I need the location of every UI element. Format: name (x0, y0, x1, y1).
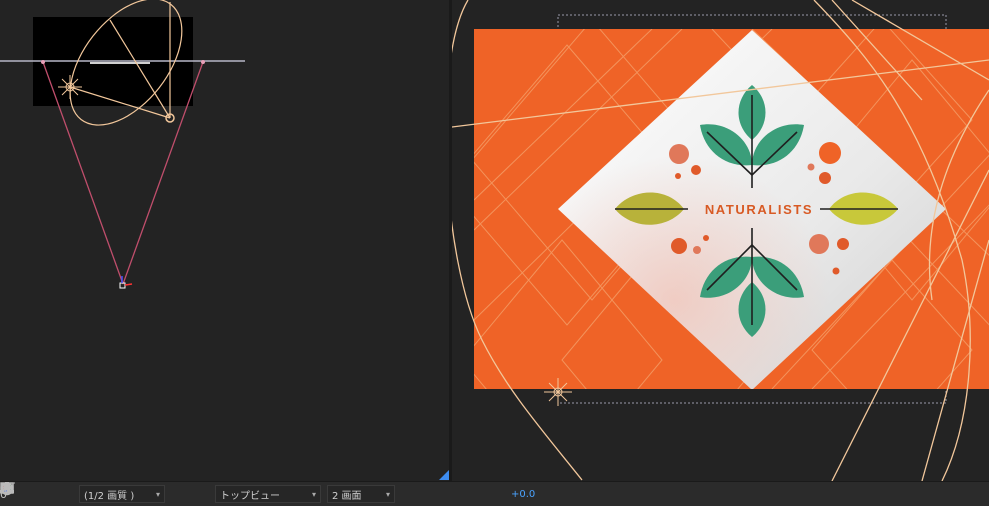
camera-icon-3d[interactable] (119, 276, 133, 289)
chevron-down-icon: ▾ (155, 489, 160, 499)
transparency-grid-icon[interactable] (0, 482, 209, 502)
resolution-dropdown[interactable]: (1/2 画質 ) ▾ (79, 485, 165, 503)
viewer-toolbar: 0 (1/2 画質 ) ▾ トップビュー ▾ 2 画面 ▾ +0.0 (0, 481, 989, 506)
card-title: NATURALISTS (705, 202, 813, 217)
resolution-value: (1/2 画質 ) (84, 490, 135, 502)
show-snapshot-icon[interactable] (0, 483, 51, 502)
3d-view-value: トップビュー (220, 490, 280, 502)
view-layout-dropdown[interactable]: 2 画面 ▾ (327, 485, 395, 503)
exposure-value[interactable]: +0.0 (511, 485, 535, 503)
color-channels-icon[interactable] (1, 483, 73, 502)
3d-view-dropdown[interactable]: トップビュー ▾ (215, 485, 321, 503)
toggle-pixel-aspect-icon[interactable] (1, 482, 417, 502)
exposure-reset-icon[interactable] (0, 482, 505, 502)
cone-corner-left[interactable] (41, 60, 45, 64)
active-camera-panel[interactable]: NATURALISTS (452, 0, 989, 481)
active-camera-canvas[interactable]: NATURALISTS (452, 0, 989, 481)
top-view-panel[interactable] (0, 0, 449, 481)
naturalists-card[interactable]: NATURALISTS (452, 20, 989, 480)
active-view-indicator (439, 470, 449, 480)
chevron-down-icon: ▾ (385, 489, 390, 499)
timeline-icon[interactable] (0, 483, 461, 502)
chevron-down-icon: ▾ (311, 489, 316, 499)
view-layout-value: 2 画面 (332, 490, 362, 502)
flowchart-icon[interactable] (0, 482, 483, 502)
cone-corner-right[interactable] (201, 60, 205, 64)
fast-preview-icon[interactable] (0, 482, 439, 502)
region-of-interest-icon[interactable] (0, 482, 187, 502)
top-view-canvas[interactable] (0, 0, 449, 481)
